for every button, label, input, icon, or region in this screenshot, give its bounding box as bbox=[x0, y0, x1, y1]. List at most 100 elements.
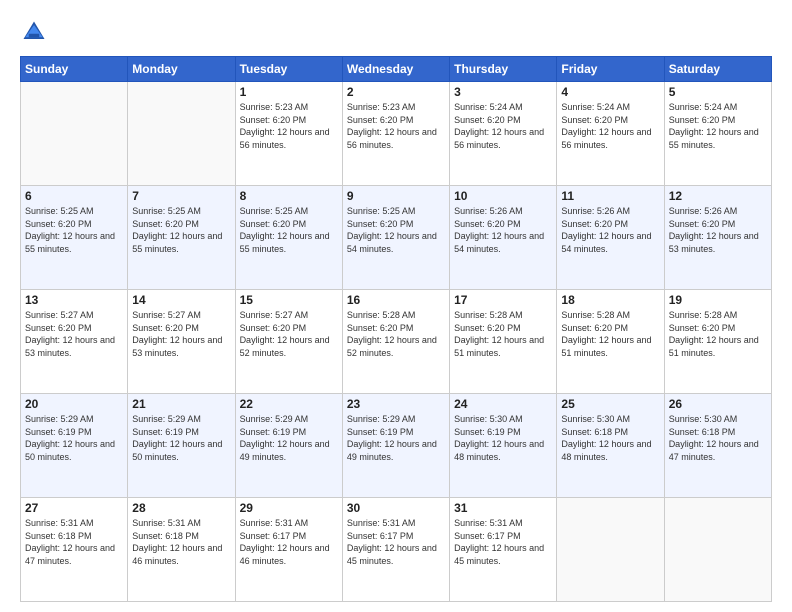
day-number: 2 bbox=[347, 85, 445, 99]
day-info: Sunrise: 5:27 AM Sunset: 6:20 PM Dayligh… bbox=[240, 309, 338, 359]
day-number: 13 bbox=[25, 293, 123, 307]
day-info: Sunrise: 5:24 AM Sunset: 6:20 PM Dayligh… bbox=[561, 101, 659, 151]
day-info: Sunrise: 5:23 AM Sunset: 6:20 PM Dayligh… bbox=[347, 101, 445, 151]
day-info: Sunrise: 5:23 AM Sunset: 6:20 PM Dayligh… bbox=[240, 101, 338, 151]
day-cell: 27 Sunrise: 5:31 AM Sunset: 6:18 PM Dayli… bbox=[21, 498, 128, 602]
week-row-2: 6 Sunrise: 5:25 AM Sunset: 6:20 PM Daylig… bbox=[21, 186, 772, 290]
week-row-5: 27 Sunrise: 5:31 AM Sunset: 6:18 PM Dayli… bbox=[21, 498, 772, 602]
day-info: Sunrise: 5:31 AM Sunset: 6:17 PM Dayligh… bbox=[347, 517, 445, 567]
day-number: 23 bbox=[347, 397, 445, 411]
logo-icon bbox=[20, 18, 48, 46]
day-number: 16 bbox=[347, 293, 445, 307]
day-number: 14 bbox=[132, 293, 230, 307]
day-info: Sunrise: 5:29 AM Sunset: 6:19 PM Dayligh… bbox=[25, 413, 123, 463]
day-number: 25 bbox=[561, 397, 659, 411]
day-cell bbox=[128, 82, 235, 186]
day-number: 19 bbox=[669, 293, 767, 307]
day-number: 30 bbox=[347, 501, 445, 515]
day-cell: 18 Sunrise: 5:28 AM Sunset: 6:20 PM Dayli… bbox=[557, 290, 664, 394]
header-row: SundayMondayTuesdayWednesdayThursdayFrid… bbox=[21, 57, 772, 82]
day-info: Sunrise: 5:31 AM Sunset: 6:18 PM Dayligh… bbox=[132, 517, 230, 567]
day-info: Sunrise: 5:28 AM Sunset: 6:20 PM Dayligh… bbox=[454, 309, 552, 359]
day-cell: 14 Sunrise: 5:27 AM Sunset: 6:20 PM Dayli… bbox=[128, 290, 235, 394]
day-info: Sunrise: 5:27 AM Sunset: 6:20 PM Dayligh… bbox=[132, 309, 230, 359]
day-cell: 12 Sunrise: 5:26 AM Sunset: 6:20 PM Dayli… bbox=[664, 186, 771, 290]
day-number: 17 bbox=[454, 293, 552, 307]
day-info: Sunrise: 5:25 AM Sunset: 6:20 PM Dayligh… bbox=[132, 205, 230, 255]
day-number: 10 bbox=[454, 189, 552, 203]
day-cell: 4 Sunrise: 5:24 AM Sunset: 6:20 PM Daylig… bbox=[557, 82, 664, 186]
day-number: 8 bbox=[240, 189, 338, 203]
day-info: Sunrise: 5:26 AM Sunset: 6:20 PM Dayligh… bbox=[561, 205, 659, 255]
day-cell bbox=[557, 498, 664, 602]
day-number: 21 bbox=[132, 397, 230, 411]
day-number: 3 bbox=[454, 85, 552, 99]
day-info: Sunrise: 5:28 AM Sunset: 6:20 PM Dayligh… bbox=[669, 309, 767, 359]
day-info: Sunrise: 5:30 AM Sunset: 6:18 PM Dayligh… bbox=[561, 413, 659, 463]
day-number: 28 bbox=[132, 501, 230, 515]
day-cell: 16 Sunrise: 5:28 AM Sunset: 6:20 PM Dayli… bbox=[342, 290, 449, 394]
col-header-wednesday: Wednesday bbox=[342, 57, 449, 82]
day-number: 18 bbox=[561, 293, 659, 307]
day-info: Sunrise: 5:28 AM Sunset: 6:20 PM Dayligh… bbox=[561, 309, 659, 359]
day-cell: 20Sunrise: 5:29 AM Sunset: 6:19 PM Dayli… bbox=[21, 394, 128, 498]
day-cell: 29 Sunrise: 5:31 AM Sunset: 6:17 PM Dayli… bbox=[235, 498, 342, 602]
day-number: 12 bbox=[669, 189, 767, 203]
logo bbox=[20, 18, 52, 46]
day-cell: 10 Sunrise: 5:26 AM Sunset: 6:20 PM Dayli… bbox=[450, 186, 557, 290]
day-number: 5 bbox=[669, 85, 767, 99]
day-info: Sunrise: 5:26 AM Sunset: 6:20 PM Dayligh… bbox=[669, 205, 767, 255]
week-row-3: 13 Sunrise: 5:27 AM Sunset: 6:20 PM Dayli… bbox=[21, 290, 772, 394]
calendar-table: SundayMondayTuesdayWednesdayThursdayFrid… bbox=[20, 56, 772, 602]
day-number: 31 bbox=[454, 501, 552, 515]
col-header-monday: Monday bbox=[128, 57, 235, 82]
day-info: Sunrise: 5:31 AM Sunset: 6:18 PM Dayligh… bbox=[25, 517, 123, 567]
day-number: 6 bbox=[25, 189, 123, 203]
day-info: Sunrise: 5:26 AM Sunset: 6:20 PM Dayligh… bbox=[454, 205, 552, 255]
day-cell: 26 Sunrise: 5:30 AM Sunset: 6:18 PM Dayli… bbox=[664, 394, 771, 498]
header bbox=[20, 18, 772, 46]
day-cell bbox=[664, 498, 771, 602]
day-cell: 17 Sunrise: 5:28 AM Sunset: 6:20 PM Dayli… bbox=[450, 290, 557, 394]
day-info: Sunrise: 5:29 AM Sunset: 6:19 PM Dayligh… bbox=[347, 413, 445, 463]
day-cell: 6 Sunrise: 5:25 AM Sunset: 6:20 PM Daylig… bbox=[21, 186, 128, 290]
day-cell bbox=[21, 82, 128, 186]
day-info: Sunrise: 5:24 AM Sunset: 6:20 PM Dayligh… bbox=[669, 101, 767, 151]
day-cell: 11 Sunrise: 5:26 AM Sunset: 6:20 PM Dayli… bbox=[557, 186, 664, 290]
day-cell: 23 Sunrise: 5:29 AM Sunset: 6:19 PM Dayli… bbox=[342, 394, 449, 498]
day-info: Sunrise: 5:25 AM Sunset: 6:20 PM Dayligh… bbox=[240, 205, 338, 255]
day-number: 29 bbox=[240, 501, 338, 515]
day-number: 7 bbox=[132, 189, 230, 203]
day-number: 26 bbox=[669, 397, 767, 411]
day-info: Sunrise: 5:24 AM Sunset: 6:20 PM Dayligh… bbox=[454, 101, 552, 151]
day-cell: 25 Sunrise: 5:30 AM Sunset: 6:18 PM Dayli… bbox=[557, 394, 664, 498]
day-cell: 8 Sunrise: 5:25 AM Sunset: 6:20 PM Daylig… bbox=[235, 186, 342, 290]
day-cell: 22Sunrise: 5:29 AM Sunset: 6:19 PM Dayli… bbox=[235, 394, 342, 498]
week-row-1: 1Sunrise: 5:23 AM Sunset: 6:20 PM Daylig… bbox=[21, 82, 772, 186]
day-cell: 24Sunrise: 5:30 AM Sunset: 6:19 PM Dayli… bbox=[450, 394, 557, 498]
day-number: 4 bbox=[561, 85, 659, 99]
col-header-sunday: Sunday bbox=[21, 57, 128, 82]
day-cell: 30 Sunrise: 5:31 AM Sunset: 6:17 PM Dayli… bbox=[342, 498, 449, 602]
day-number: 11 bbox=[561, 189, 659, 203]
day-info: Sunrise: 5:29 AM Sunset: 6:19 PM Dayligh… bbox=[240, 413, 338, 463]
day-info: Sunrise: 5:29 AM Sunset: 6:19 PM Dayligh… bbox=[132, 413, 230, 463]
day-cell: 2 Sunrise: 5:23 AM Sunset: 6:20 PM Daylig… bbox=[342, 82, 449, 186]
day-number: 15 bbox=[240, 293, 338, 307]
day-cell: 7 Sunrise: 5:25 AM Sunset: 6:20 PM Daylig… bbox=[128, 186, 235, 290]
day-info: Sunrise: 5:30 AM Sunset: 6:19 PM Dayligh… bbox=[454, 413, 552, 463]
week-row-4: 20Sunrise: 5:29 AM Sunset: 6:19 PM Dayli… bbox=[21, 394, 772, 498]
day-info: Sunrise: 5:31 AM Sunset: 6:17 PM Dayligh… bbox=[240, 517, 338, 567]
col-header-tuesday: Tuesday bbox=[235, 57, 342, 82]
day-info: Sunrise: 5:25 AM Sunset: 6:20 PM Dayligh… bbox=[25, 205, 123, 255]
col-header-friday: Friday bbox=[557, 57, 664, 82]
day-cell: 9Sunrise: 5:25 AM Sunset: 6:20 PM Daylig… bbox=[342, 186, 449, 290]
day-info: Sunrise: 5:31 AM Sunset: 6:17 PM Dayligh… bbox=[454, 517, 552, 567]
col-header-thursday: Thursday bbox=[450, 57, 557, 82]
day-info: Sunrise: 5:27 AM Sunset: 6:20 PM Dayligh… bbox=[25, 309, 123, 359]
day-info: Sunrise: 5:28 AM Sunset: 6:20 PM Dayligh… bbox=[347, 309, 445, 359]
day-number: 27 bbox=[25, 501, 123, 515]
day-info: Sunrise: 5:30 AM Sunset: 6:18 PM Dayligh… bbox=[669, 413, 767, 463]
day-cell: 1Sunrise: 5:23 AM Sunset: 6:20 PM Daylig… bbox=[235, 82, 342, 186]
day-cell: 5 Sunrise: 5:24 AM Sunset: 6:20 PM Daylig… bbox=[664, 82, 771, 186]
